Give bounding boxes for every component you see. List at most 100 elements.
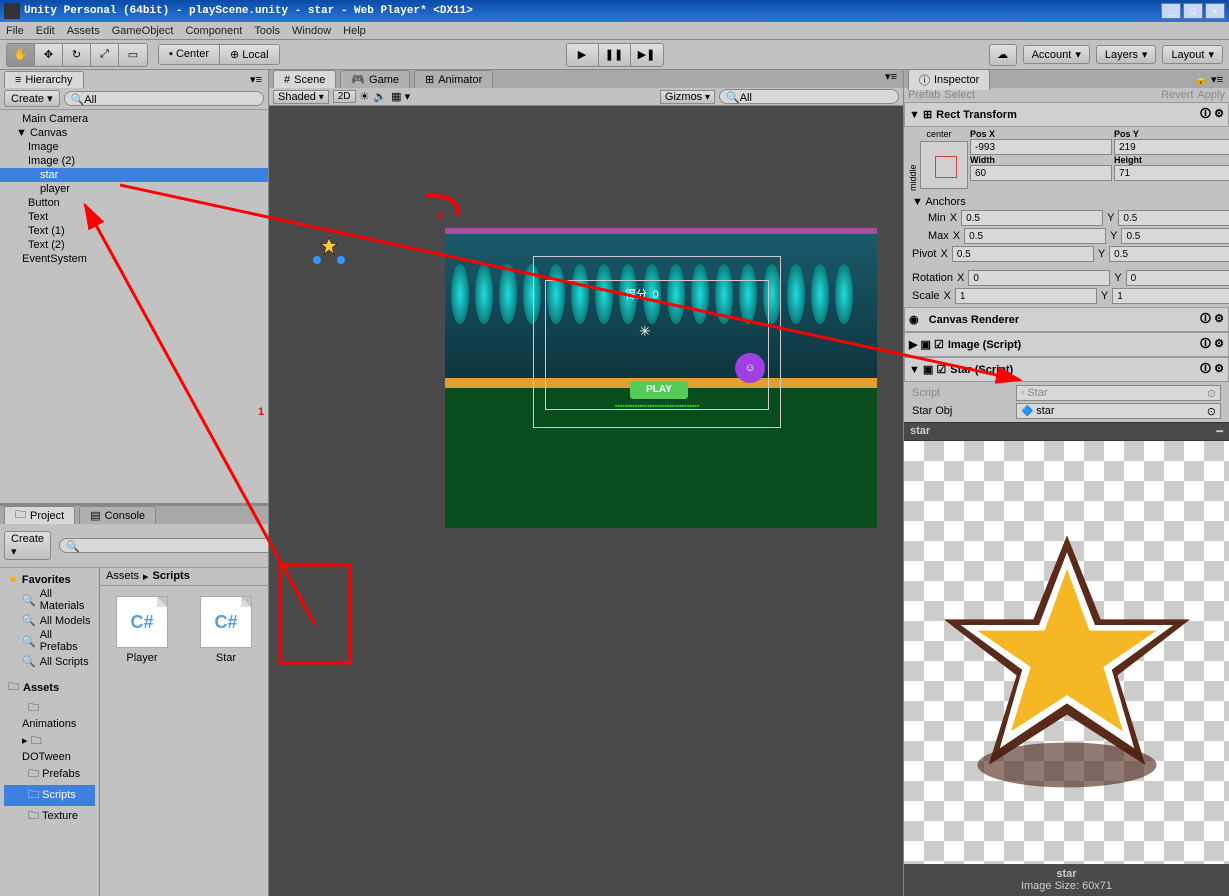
preview-header[interactable]: star ━ [904,422,1229,441]
inspector-tab[interactable]: ⓘ Inspector [908,69,990,90]
hierarchy-item-main-camera[interactable]: Main Camera [0,112,268,126]
shaded-dropdown[interactable]: Shaded ▾ [273,90,329,104]
prefab-revert[interactable]: Revert [1161,89,1193,101]
scene-view[interactable]: ☺ 得分 0 ✳ PLAY ▪▪▪▪▪▪▪▪▪▪▪▪▪▪▪▪▪▪▪▪▪▪▪▪▪▪… [269,106,903,896]
pivot-center-toggle[interactable]: ▪ Center [159,45,220,64]
folder-texture[interactable]: 🗀 Texture [4,806,95,827]
hierarchy-item-button[interactable]: Button [0,196,268,210]
hierarchy-item-image[interactable]: Image [0,140,268,154]
rot-x-field[interactable] [968,270,1110,286]
width-field[interactable] [970,165,1112,181]
starobj-field[interactable]: 🔷 star⊙ [1016,403,1221,419]
breadcrumb-assets[interactable]: Assets [106,570,139,583]
hierarchy-item-text--2-[interactable]: Text (2) [0,238,268,252]
favorites-folder[interactable]: ★Favorites [4,572,95,587]
folder-prefabs[interactable]: 🗀 Prefabs [4,764,95,785]
hierarchy-tab[interactable]: ≡ Hierarchy [4,71,84,88]
hand-tool[interactable]: ✋ [7,44,35,66]
favorite-all-prefabs[interactable]: 🔍All Prefabs [4,628,95,654]
pause-button[interactable]: ❚❚ [599,44,631,66]
star-gizmo[interactable] [319,236,339,256]
project-tab[interactable]: 🗀 Project [4,506,75,524]
menu-tools[interactable]: Tools [254,25,280,37]
lighting-icon[interactable]: ☀ [360,90,370,103]
scene-tab[interactable]: # Scene [273,70,336,88]
posx-field[interactable] [970,139,1112,155]
image-component-header[interactable]: ▶ ▣ ☑ Image (Script)🛈 ⚙ [904,332,1229,357]
local-global-toggle[interactable]: ⊕ Local [220,45,279,64]
close-button[interactable]: × [1205,3,1225,19]
layers-dropdown[interactable]: Layers ▾ [1096,45,1157,64]
layout-dropdown[interactable]: Layout ▾ [1162,45,1223,64]
posy-field[interactable] [1114,139,1229,155]
prefab-apply[interactable]: Apply [1197,89,1225,101]
hierarchy-item-image--2-[interactable]: Image (2) [0,154,268,168]
asset-star[interactable]: C#Star [194,596,258,664]
scale-tool[interactable]: ⤢ [91,44,119,66]
menu-file[interactable]: File [6,25,24,37]
favorite-all-materials[interactable]: 🔍All Materials [4,587,95,613]
hierarchy-item-canvas[interactable]: ▼ Canvas [0,126,268,140]
hierarchy-item-star[interactable]: star [0,168,268,182]
min-x-field[interactable] [961,210,1103,226]
scl-y-field[interactable] [1112,288,1229,304]
menu-window[interactable]: Window [292,25,331,37]
maximize-button[interactable]: □ [1183,3,1203,19]
pivot-y-field[interactable] [1109,246,1229,262]
rotate-tool[interactable]: ↻ [63,44,91,66]
account-dropdown[interactable]: Account ▾ [1023,45,1090,64]
console-tab[interactable]: ▤ Console [79,506,156,524]
menu-edit[interactable]: Edit [36,25,55,37]
menu-help[interactable]: Help [343,25,366,37]
hierarchy-create-button[interactable]: Create ▾ [4,90,60,107]
hierarchy-item-eventsystem[interactable]: EventSystem [0,252,268,266]
hierarchy-item-text[interactable]: Text [0,210,268,224]
height-field[interactable] [1114,165,1229,181]
project-create-button[interactable]: Create ▾ [4,531,51,560]
menu-component[interactable]: Component [185,25,242,37]
min-y-field[interactable] [1118,210,1229,226]
game-tab[interactable]: 🎮 Game [340,70,410,88]
panel-menu-icon[interactable]: ▾≡ [244,73,268,86]
hierarchy-item-player[interactable]: player [0,182,268,196]
animator-tab[interactable]: ⊞ Animator [414,70,493,88]
scl-x-field[interactable] [955,288,1097,304]
favorite-all-scripts[interactable]: 🔍All Scripts [4,654,95,669]
cloud-button[interactable]: ☁ [989,44,1017,66]
minimize-button[interactable]: _ [1161,3,1181,19]
folder-dotween[interactable]: ▸ 🗀 DOTween [4,731,95,764]
script-field[interactable]: ▫ Star⊙ [1016,385,1221,401]
fx-icon[interactable]: ▦ ▾ [391,90,410,103]
star-component-header[interactable]: ▼ ▣ ☑ Star (Script)🛈 ⚙ [904,357,1229,382]
hierarchy-search-input[interactable]: 🔍All [64,91,264,106]
prefab-select[interactable]: Select [944,89,975,101]
rect-tool[interactable]: ▭ [119,44,147,66]
folder-animations[interactable]: 🗀 Animations [4,698,95,731]
anchors-label[interactable]: Anchors [925,196,965,208]
play-button[interactable]: ▶ [567,44,599,66]
scene-search-input[interactable]: 🔍All [719,89,899,104]
rot-y-field[interactable] [1126,270,1229,286]
max-x-field[interactable] [964,228,1106,244]
pivot-x-field[interactable] [952,246,1094,262]
favorite-all-models[interactable]: 🔍All Models [4,613,95,628]
anchor-presets-button[interactable] [920,141,968,189]
move-tool[interactable]: ✥ [35,44,63,66]
gizmos-dropdown[interactable]: Gizmos ▾ [660,90,715,104]
canvas-renderer-header[interactable]: ◉ Canvas Renderer🛈 ⚙ [904,307,1229,332]
audio-icon[interactable]: 🔊 [373,90,387,103]
menu-gameobject[interactable]: GameObject [112,25,174,37]
breadcrumb-scripts[interactable]: Scripts [153,570,190,583]
scene-menu-icon[interactable]: ▾≡ [879,70,903,88]
inspector-menu-icon[interactable]: 🔒 ▾≡ [1188,73,1229,86]
rect-transform-header[interactable]: ▼ ⊞ Rect Transform🛈 ⚙ [904,102,1229,127]
folder-scripts[interactable]: 🗀 Scripts [4,785,95,806]
asset-player[interactable]: C#Player [110,596,174,664]
hierarchy-item-text--1-[interactable]: Text (1) [0,224,268,238]
play-game-button[interactable]: PLAY [630,381,688,399]
max-y-field[interactable] [1121,228,1229,244]
step-button[interactable]: ▶❚ [631,44,663,66]
2d-toggle[interactable]: 2D [333,90,356,103]
assets-folder[interactable]: 🗀 Assets [4,677,95,698]
menu-assets[interactable]: Assets [67,25,100,37]
